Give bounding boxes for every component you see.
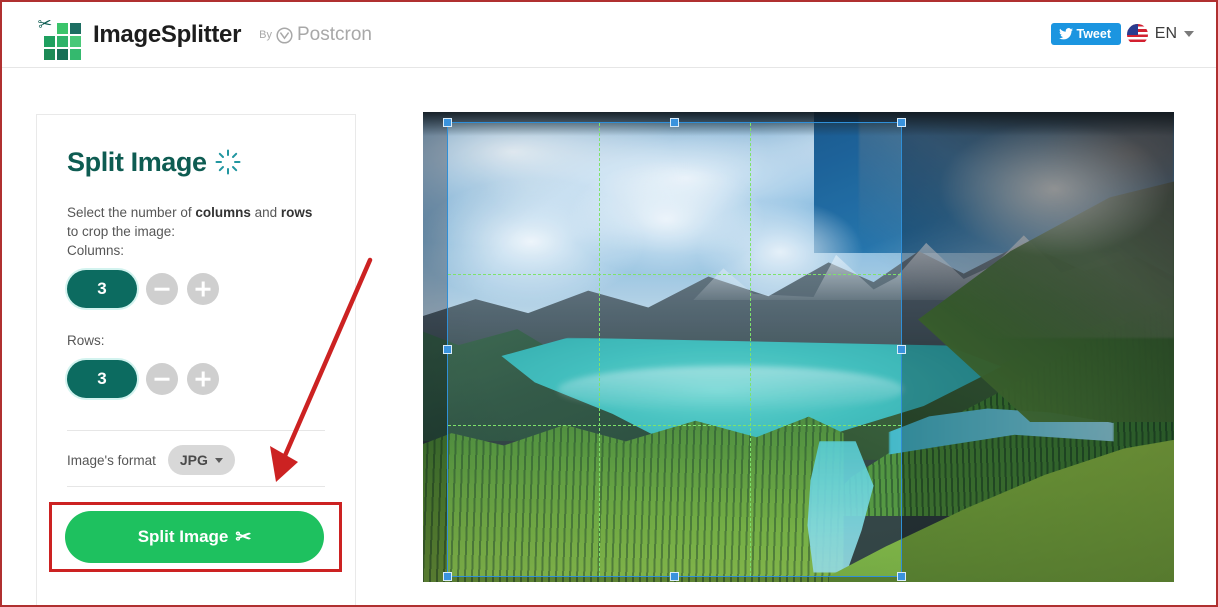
page-root: ✂ ImageSplitter By Postcron Tweet EN Spl… (0, 0, 1218, 607)
scissors-grid-icon: ✂ (36, 13, 84, 60)
crop-handle-bottom-center[interactable] (670, 572, 679, 581)
sparkle-burst-icon (215, 149, 241, 180)
split-image-button[interactable]: Split Image ✂ (65, 511, 324, 563)
columns-stepper (67, 270, 219, 308)
byline-by-word: By (259, 29, 272, 41)
byline: By Postcron (259, 24, 372, 46)
desc-suffix: to crop the image: (67, 224, 176, 239)
columns-label: Columns: (67, 243, 125, 258)
rows-input[interactable] (67, 360, 137, 398)
desc-bold-columns: columns (195, 205, 251, 220)
rows-minus-button[interactable] (146, 363, 178, 395)
image-format-dropdown[interactable]: JPG (167, 445, 235, 475)
tweet-label: Tweet (1076, 27, 1112, 41)
crop-shade-bottom (423, 577, 1174, 582)
brand-logo-area[interactable]: ✂ ImageSplitter By Postcron (36, 13, 372, 60)
image-format-label: Image's format (67, 452, 156, 468)
crop-handle-middle-left[interactable] (443, 345, 452, 354)
desc-bold-rows: rows (280, 205, 313, 220)
chevron-down-icon (1184, 31, 1194, 37)
rows-label: Rows: (67, 333, 105, 348)
crop-handle-top-left[interactable] (443, 118, 452, 127)
postcron-mark-icon (276, 26, 293, 44)
image-format-value: JPG (179, 452, 208, 468)
crop-handle-bottom-left[interactable] (443, 572, 452, 581)
language-selector[interactable]: EN (1126, 20, 1194, 48)
columns-minus-button[interactable] (146, 273, 178, 305)
crop-handle-top-center[interactable] (670, 118, 679, 127)
crop-shade-right (902, 122, 1174, 577)
crop-grid-line-vertical-1 (598, 123, 600, 576)
partner-name: Postcron (296, 24, 372, 45)
tweet-button[interactable]: Tweet (1050, 23, 1121, 45)
brand-name: ImageSplitter (93, 21, 242, 48)
site-header: ✂ ImageSplitter By Postcron Tweet EN (2, 2, 1216, 68)
crop-selection-box[interactable] (443, 118, 906, 581)
rows-plus-button[interactable] (187, 363, 219, 395)
desc-middle: and (250, 205, 281, 220)
crop-grid-line-horizontal-1 (448, 273, 901, 275)
columns-plus-button[interactable] (187, 273, 219, 305)
crop-shade-top (423, 112, 1174, 122)
page-title: Split Image (67, 145, 241, 180)
crop-grid-line-horizontal-2 (448, 424, 901, 426)
us-flag-icon (1126, 23, 1148, 45)
crop-handle-middle-right[interactable] (897, 345, 906, 354)
divider-top (67, 430, 325, 431)
crop-handle-bottom-right[interactable] (897, 572, 906, 581)
columns-input[interactable] (67, 270, 137, 308)
crop-grid-line-vertical-2 (749, 123, 751, 576)
desc-prefix: Select the number of (67, 205, 196, 220)
divider-bottom (67, 486, 325, 487)
panel-title-text: Split Image (67, 147, 207, 177)
scissors-icon: ✂ (235, 526, 252, 548)
twitter-bird-icon (1058, 28, 1073, 40)
crop-handle-top-right[interactable] (897, 118, 906, 127)
scissors-icon: ✂ (36, 13, 54, 35)
split-button-label: Split Image (137, 527, 229, 546)
panel-description: Select the number of columns and rows to… (67, 203, 327, 241)
rows-stepper (67, 360, 219, 398)
language-label: EN (1154, 25, 1177, 42)
image-preview-panel[interactable] (423, 112, 1174, 582)
image-format-row: Image's format JPG (67, 445, 235, 475)
chevron-down-icon (214, 457, 223, 463)
